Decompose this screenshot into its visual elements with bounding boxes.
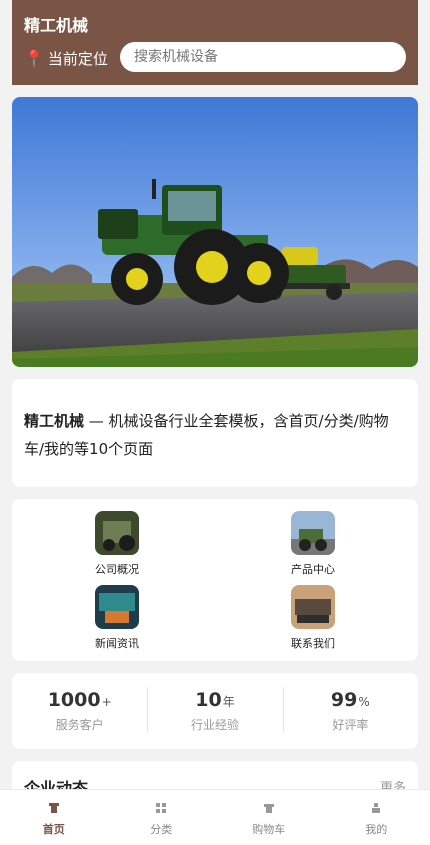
products-thumbnail-icon [291, 511, 335, 555]
search-box[interactable] [120, 42, 406, 72]
location-pin-icon: 📍 [24, 49, 44, 68]
stat-caption: 好评率 [283, 716, 418, 733]
user-icon [323, 801, 430, 815]
tab-mine[interactable]: 我的 [323, 790, 430, 845]
quick-entry-grid: 公司概况 产品中心 新闻资讯 联系我们 [12, 499, 418, 661]
home-icon [0, 801, 108, 815]
grid-item-products[interactable]: 产品中心 [273, 511, 353, 577]
stat-value: 10 [195, 689, 221, 711]
stat-value: 99 [331, 689, 357, 711]
intro-card: 精工机械 — 机械设备行业全套模板，含首页/分类/购物车/我的等10个页面 [12, 379, 418, 487]
grid-item-news[interactable]: 新闻资讯 [77, 585, 157, 651]
grid-icon [108, 801, 216, 815]
tractor-illustration [12, 97, 418, 367]
stat-unit: + [102, 695, 112, 709]
grid-item-company[interactable]: 公司概况 [77, 511, 157, 577]
stat-caption: 服务客户 [12, 716, 147, 733]
company-thumbnail-icon [95, 511, 139, 555]
grid-item-contact[interactable]: 联系我们 [273, 585, 353, 651]
tab-category[interactable]: 分类 [108, 790, 216, 845]
stat-value: 1000 [48, 689, 101, 711]
stats-card: 1000+ 服务客户 10年 行业经验 99% 好评率 [12, 673, 418, 749]
location-selector[interactable]: 📍 当前定位 [24, 48, 108, 69]
stat-unit: % [358, 695, 369, 709]
search-input[interactable] [132, 48, 394, 66]
tab-label: 我的 [323, 821, 430, 837]
location-label: 当前定位 [48, 48, 108, 69]
tab-home[interactable]: 首页 [0, 790, 108, 845]
hero-banner-image[interactable] [12, 97, 418, 367]
tab-label: 购物车 [215, 821, 323, 837]
news-thumbnail-icon [95, 585, 139, 629]
stat-caption: 行业经验 [147, 716, 282, 733]
stat-rating: 99% 好评率 [283, 673, 418, 749]
top-header: 精工机械 📍 当前定位 [12, 0, 418, 85]
grid-item-label: 产品中心 [273, 561, 353, 577]
contact-thumbnail-icon [291, 585, 335, 629]
stat-experience: 10年 行业经验 [147, 673, 282, 749]
app-brand-title: 精工机械 [24, 12, 88, 36]
tab-label: 分类 [108, 821, 216, 837]
stat-unit: 年 [223, 695, 235, 709]
bottom-tab-bar: 首页 分类 购物车 我的 [0, 789, 430, 845]
grid-item-label: 公司概况 [77, 561, 157, 577]
cart-icon [215, 801, 323, 815]
intro-brand: 精工机械 [24, 412, 84, 430]
stat-customers: 1000+ 服务客户 [12, 673, 147, 749]
grid-item-label: 新闻资讯 [77, 635, 157, 651]
grid-item-label: 联系我们 [273, 635, 353, 651]
tab-cart[interactable]: 购物车 [215, 790, 323, 845]
tab-label: 首页 [0, 821, 108, 837]
